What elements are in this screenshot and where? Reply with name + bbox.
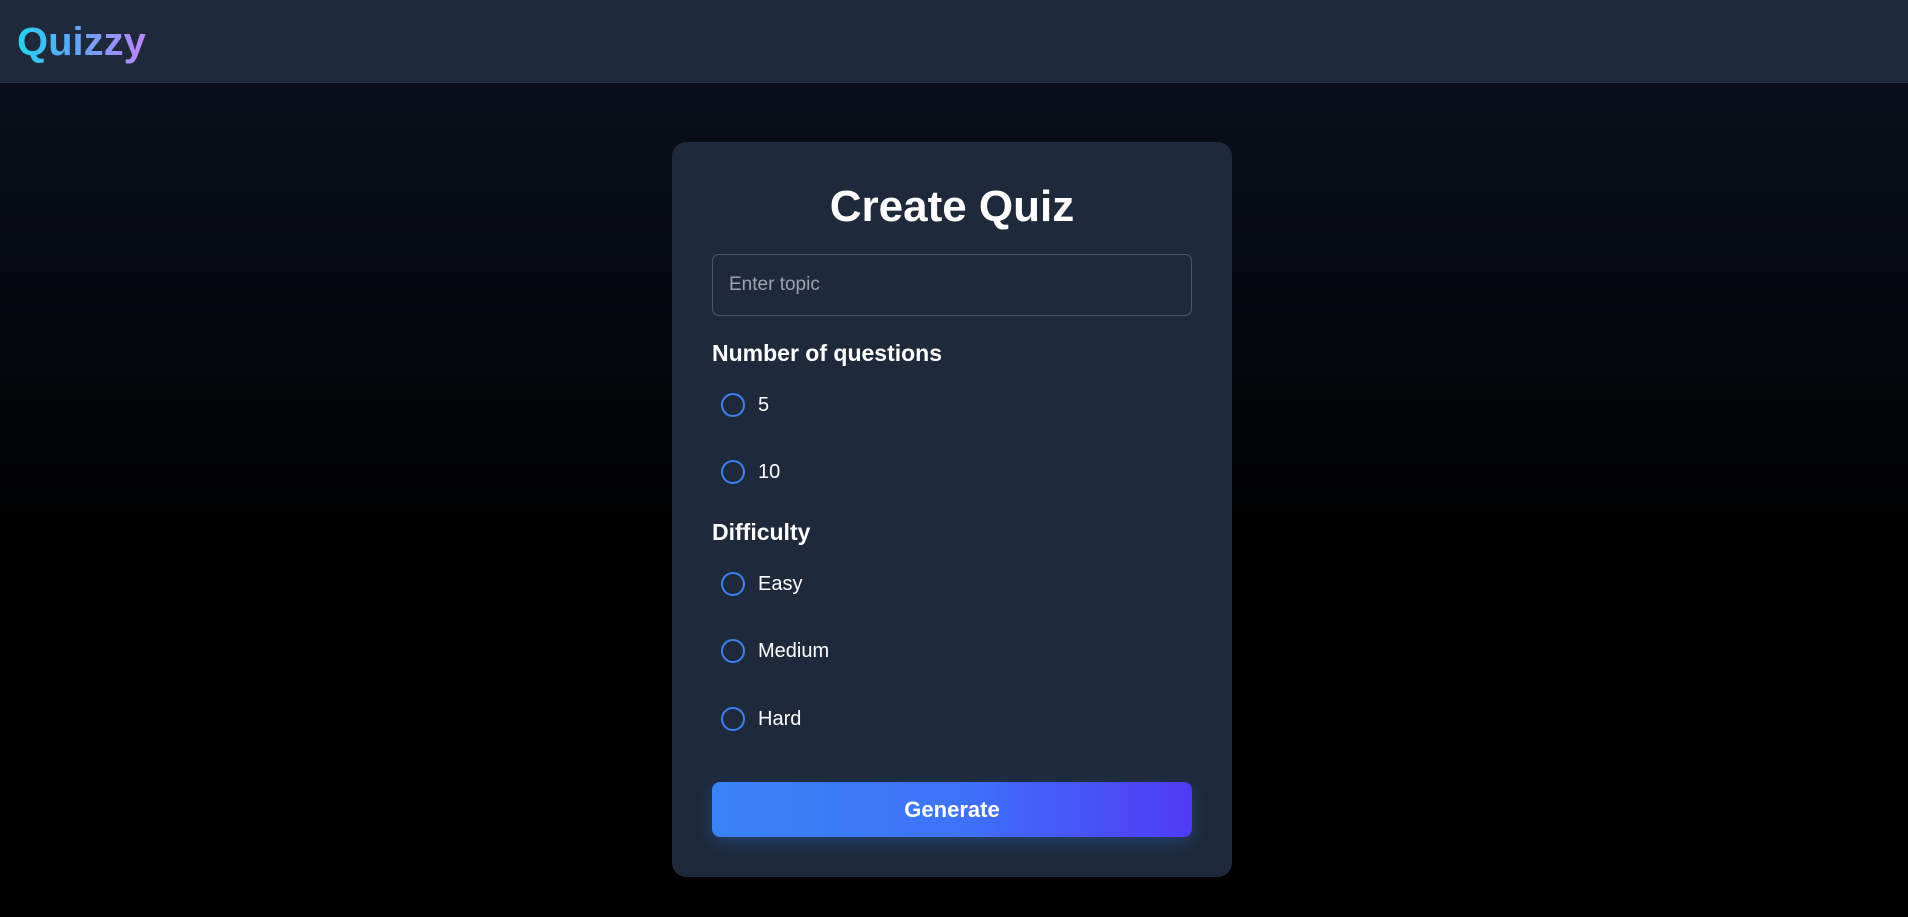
radio-questions-5[interactable]: 5 xyxy=(712,385,1192,425)
app-logo[interactable]: Quizzy xyxy=(17,19,146,65)
radio-label: Hard xyxy=(758,707,802,730)
radio-circle-icon[interactable] xyxy=(721,460,745,484)
generate-button[interactable]: Generate xyxy=(712,782,1192,837)
radio-questions-10[interactable]: 10 xyxy=(712,452,1192,492)
radio-difficulty-easy[interactable]: Easy xyxy=(712,564,1192,604)
radio-difficulty-hard[interactable]: Hard xyxy=(712,699,1192,739)
radio-label: Medium xyxy=(758,639,830,662)
radio-circle-icon[interactable] xyxy=(721,572,745,596)
radio-circle-icon[interactable] xyxy=(721,393,745,417)
radio-label: Easy xyxy=(758,572,803,595)
topic-input[interactable] xyxy=(712,254,1192,316)
questions-label: Number of questions xyxy=(712,340,943,366)
page-title: Create Quiz xyxy=(829,182,1075,231)
radio-label: 5 xyxy=(758,393,770,416)
top-bar: Quizzy xyxy=(0,0,1908,83)
radio-label: 10 xyxy=(758,460,781,483)
create-quiz-card xyxy=(672,142,1232,877)
radio-circle-icon[interactable] xyxy=(721,639,745,663)
difficulty-label: Difficulty xyxy=(712,519,811,545)
radio-difficulty-medium[interactable]: Medium xyxy=(712,631,1192,671)
radio-circle-icon[interactable] xyxy=(721,707,745,731)
